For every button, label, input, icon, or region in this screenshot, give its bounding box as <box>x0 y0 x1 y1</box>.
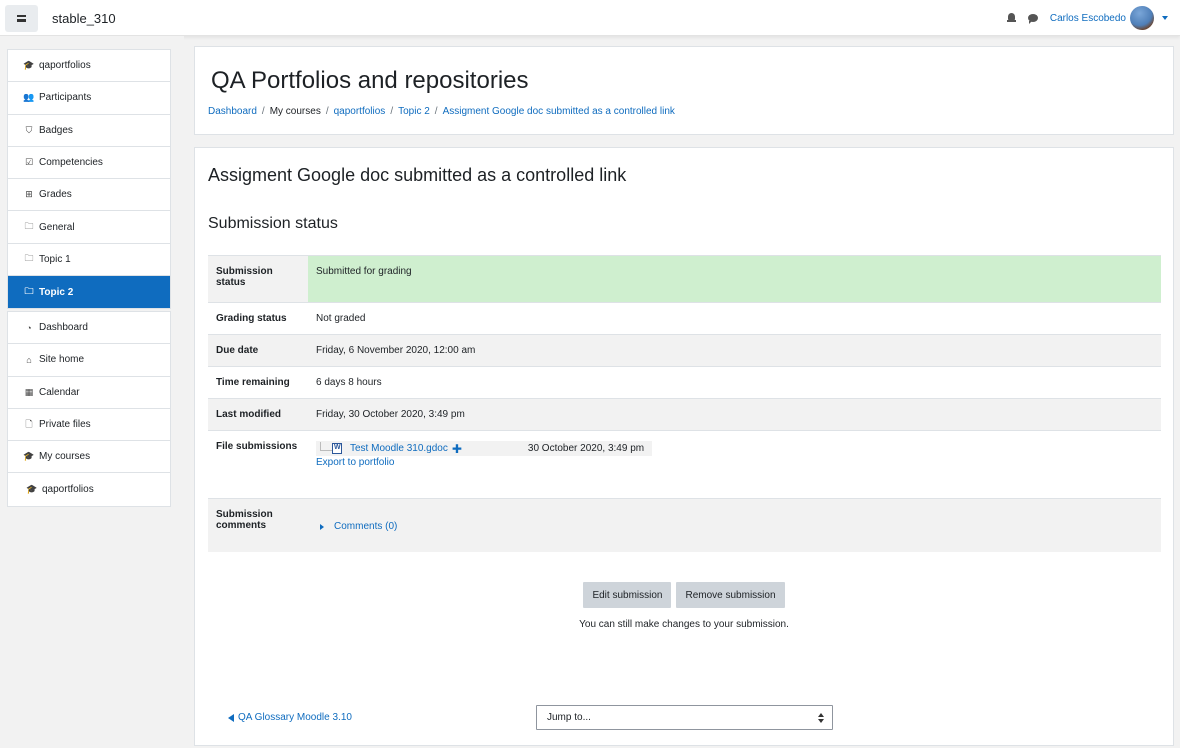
calendar-icon: ▦ <box>24 386 34 397</box>
activity-title: Assigment Google doc submitted as a cont… <box>208 165 627 185</box>
select-arrows-icon <box>818 713 824 723</box>
nav-item-calendar[interactable]: ▦ Calendar <box>8 377 170 409</box>
time-remaining-value: 6 days 8 hours <box>308 366 1161 399</box>
home-icon: ⌂ <box>26 354 32 365</box>
nav-item-private-files[interactable]: 🗋 Private files <box>8 409 170 442</box>
previous-activity-label: QA Glossary Moodle 3.10 <box>238 712 352 723</box>
hamburger-icon <box>17 15 26 22</box>
breadcrumb: Dashboard / My courses / qaportfolios / … <box>208 106 675 117</box>
nav-item-dashboard[interactable]: ◔ Dashboard <box>8 312 170 345</box>
nav-item-general[interactable]: 🗀 General <box>8 211 170 244</box>
tree-line <box>320 441 332 451</box>
breadcrumb-my-courses: My courses <box>269 106 321 117</box>
row-label: Submission status <box>208 255 308 303</box>
table-row: File submissions Test Moodle 310.gdoc ✚ … <box>208 430 1161 499</box>
table-row: Submission status Submitted for grading <box>208 255 1161 303</box>
nav-item-grades[interactable]: ⊞ Grades <box>8 179 170 212</box>
word-document-icon <box>332 443 342 454</box>
nav-item-topic-1[interactable]: 🗀 Topic 1 <box>8 244 170 277</box>
nav-item-participants[interactable]: 👥 Participants <box>8 82 170 115</box>
drawer-toggle-button[interactable] <box>5 5 38 32</box>
submission-status-value: Submitted for grading <box>308 255 1161 303</box>
folder-icon: 🗀 <box>24 253 34 264</box>
site-name[interactable]: stable_310 <box>52 11 116 26</box>
users-icon: 👥 <box>23 92 35 103</box>
plus-icon[interactable]: ✚ <box>452 442 462 456</box>
shield-icon: ⛉ <box>25 124 33 135</box>
breadcrumb-activity[interactable]: Assigment Google doc submitted as a cont… <box>443 106 675 117</box>
remove-submission-button[interactable]: Remove submission <box>676 582 785 608</box>
row-label: Time remaining <box>208 366 308 399</box>
breadcrumb-topic[interactable]: Topic 2 <box>398 106 430 117</box>
comments-toggle[interactable]: Comments (0) <box>316 521 1153 532</box>
assignment-region: Assigment Google doc submitted as a cont… <box>194 147 1174 746</box>
table-row: Last modified Friday, 30 October 2020, 3… <box>208 398 1161 431</box>
table-row: Time remaining 6 days 8 hours <box>208 366 1161 399</box>
jump-to-select[interactable]: Jump to... <box>536 705 833 730</box>
page-title: QA Portfolios and repositories <box>211 67 529 94</box>
nav-item-course[interactable]: 🎓 qaportfolios <box>8 50 170 83</box>
folder-icon: 🗀 <box>24 221 34 232</box>
file-link[interactable]: Test Moodle 310.gdoc <box>350 443 448 454</box>
chevron-down-icon[interactable] <box>1162 16 1168 20</box>
bell-icon[interactable] <box>1006 13 1016 23</box>
due-date-value: Friday, 6 November 2020, 12:00 am <box>308 334 1161 367</box>
nav-item-my-courses[interactable]: 🎓 My courses <box>8 441 170 474</box>
avatar[interactable] <box>1130 6 1154 30</box>
table-row: Grading status Not graded <box>208 302 1161 335</box>
edit-submission-button[interactable]: Edit submission <box>583 582 672 608</box>
nav-item-topic-2[interactable]: 🗀 Topic 2 <box>8 276 170 309</box>
triangle-left-icon <box>228 713 234 722</box>
file-tree-item: Test Moodle 310.gdoc ✚ 30 October 2020, … <box>316 441 652 456</box>
user-menu-name[interactable]: Carlos Escobedo <box>1050 13 1126 24</box>
nav-item-competencies[interactable]: ☑ Competencies <box>8 147 170 180</box>
breadcrumb-separator: / <box>390 106 394 117</box>
grading-status-value: Not graded <box>308 302 1161 335</box>
caret-right-icon <box>320 523 324 530</box>
last-modified-value: Friday, 30 October 2020, 3:49 pm <box>308 398 1161 431</box>
table-icon: ⊞ <box>25 189 33 200</box>
graduation-cap-icon: 🎓 <box>23 60 35 71</box>
nav-item-course-link[interactable]: 🎓 qaportfolios <box>8 473 170 505</box>
check-square-icon: ☑ <box>24 157 34 168</box>
chat-icon[interactable] <box>1027 14 1038 24</box>
nav-drawer: 🎓 qaportfolios 👥 Participants ⛉ Badges ☑ Com… <box>0 36 184 748</box>
breadcrumb-separator: / <box>325 106 329 117</box>
row-label: File submissions <box>208 430 308 499</box>
breadcrumb-separator: / <box>434 106 438 117</box>
row-label: Submission comments <box>208 498 308 552</box>
comments-link[interactable]: Comments (0) <box>334 521 397 532</box>
jump-to-selected-value: Jump to... <box>547 712 591 723</box>
section-title: Submission status <box>208 215 338 232</box>
row-label: Last modified <box>208 398 308 431</box>
top-navbar: stable_310 Carlos Escobedo <box>0 0 1180 36</box>
breadcrumb-course[interactable]: qaportfolios <box>334 106 386 117</box>
graduation-cap-icon: 🎓 <box>23 451 35 462</box>
user-nav: Carlos Escobedo <box>1006 0 1180 36</box>
breadcrumb-dashboard[interactable]: Dashboard <box>208 106 257 117</box>
graduation-cap-icon: 🎓 <box>26 484 38 495</box>
folder-icon: 🗀 <box>24 286 34 297</box>
previous-activity-link[interactable]: QA Glossary Moodle 3.10 <box>228 712 352 723</box>
table-row: Due date Friday, 6 November 2020, 12:00 … <box>208 334 1161 367</box>
page-header: QA Portfolios and repositories Dashboard… <box>194 46 1174 135</box>
export-to-portfolio-link[interactable]: Export to portfolio <box>316 457 1153 468</box>
row-label: Due date <box>208 334 308 367</box>
file-date: 30 October 2020, 3:49 pm <box>527 443 645 454</box>
site-nav-group: ◔ Dashboard ⌂ Site home ▦ Calendar 🗋 Private… <box>7 311 171 507</box>
course-nav-group: 🎓 qaportfolios 👥 Participants ⛉ Badges ☑ Com… <box>7 49 171 310</box>
submission-actions: Edit submission Remove submission <box>195 582 1173 608</box>
dashboard-icon: ◔ <box>26 322 32 333</box>
submission-status-table: Submission status Submitted for grading … <box>208 255 1161 552</box>
file-submissions-cell: Test Moodle 310.gdoc ✚ 30 October 2020, … <box>308 430 1161 499</box>
table-row: Submission comments Comments (0) <box>208 498 1161 552</box>
breadcrumb-separator: / <box>261 106 265 117</box>
nav-item-site-home[interactable]: ⌂ Site home <box>8 344 170 377</box>
comments-cell: Comments (0) <box>308 498 1161 552</box>
row-label: Grading status <box>208 302 308 335</box>
nav-item-badges[interactable]: ⛉ Badges <box>8 115 170 147</box>
submission-note: You can still make changes to your submi… <box>579 619 789 630</box>
file-icon: 🗋 <box>25 418 33 429</box>
